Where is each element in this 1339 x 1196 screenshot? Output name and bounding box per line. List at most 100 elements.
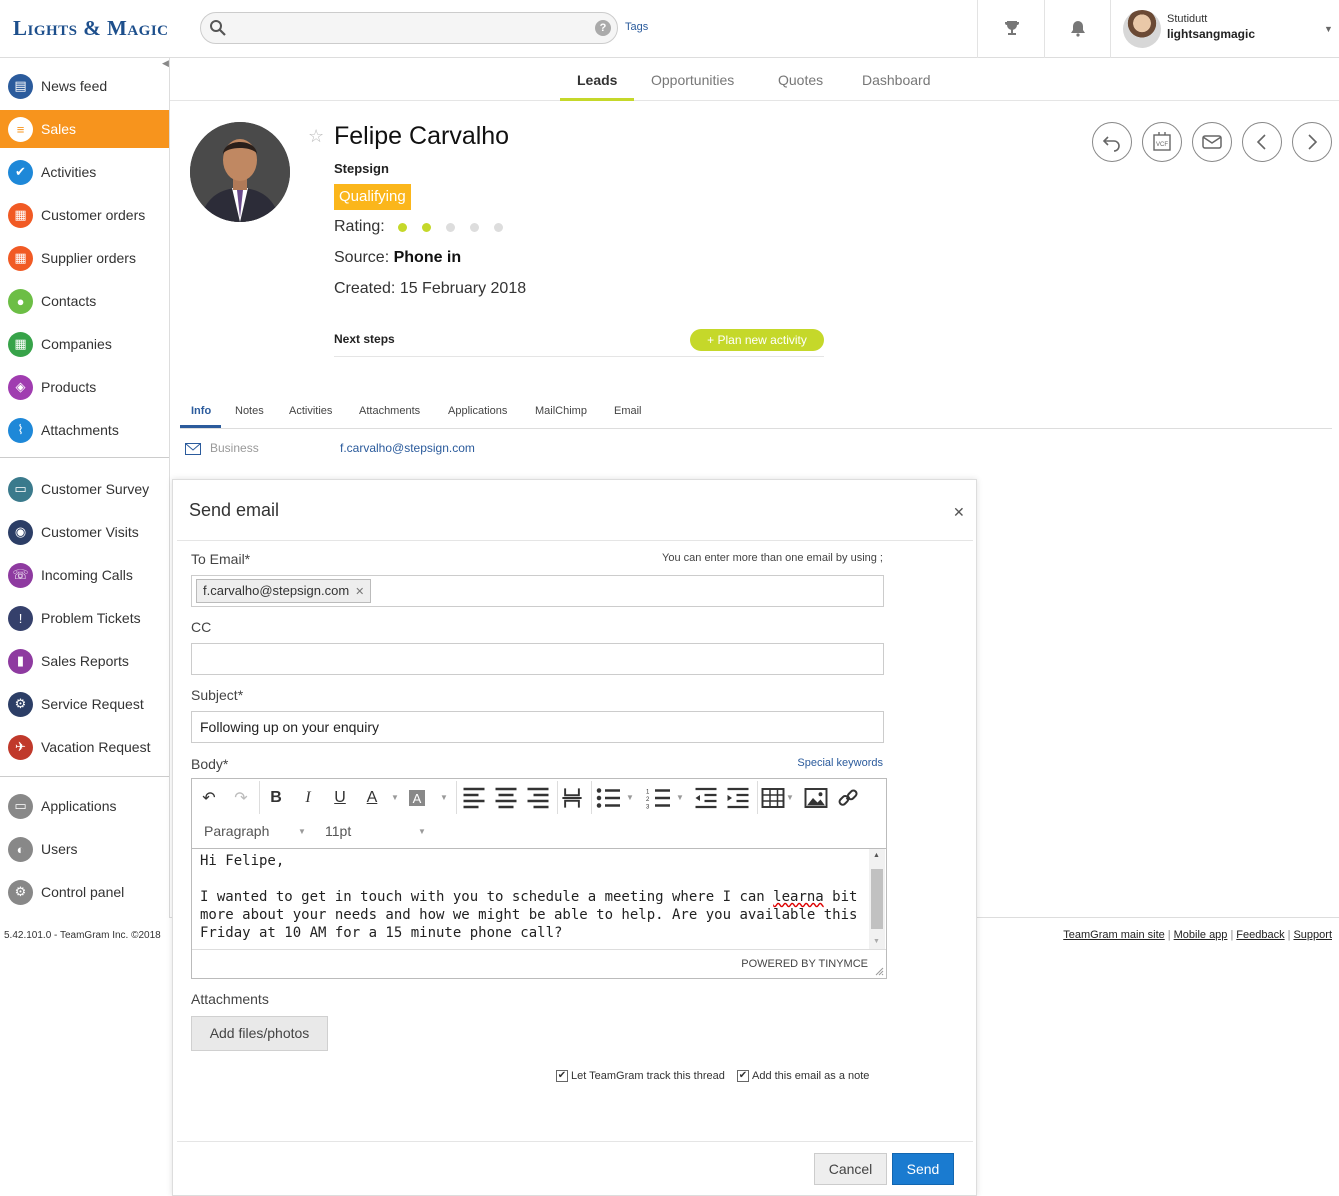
- link-icon[interactable]: [836, 787, 860, 809]
- font-size-select[interactable]: 11pt: [325, 823, 351, 839]
- sidebar-item-users[interactable]: ◐ Users: [0, 830, 169, 868]
- tab-applications[interactable]: Applications: [448, 405, 507, 417]
- close-icon[interactable]: ✕: [953, 504, 965, 521]
- next-button[interactable]: [1292, 122, 1332, 162]
- outdent-icon[interactable]: [694, 787, 718, 809]
- rating-dot[interactable]: [494, 223, 503, 232]
- chevron-down-icon[interactable]: ▼: [1324, 24, 1333, 34]
- sidebar-item-activities[interactable]: ✔ Activities: [0, 153, 169, 191]
- footer-link-feedback[interactable]: Feedback: [1236, 929, 1284, 941]
- undo-button[interactable]: [1092, 122, 1132, 162]
- chevron-down-icon[interactable]: ▼: [626, 793, 634, 802]
- scrollbar-thumb[interactable]: [871, 869, 883, 929]
- to-email-field[interactable]: f.carvalho@stepsign.com ✕: [191, 575, 884, 607]
- sidebar-item-applications[interactable]: ▭ Applications: [0, 787, 169, 825]
- email-button[interactable]: [1192, 122, 1232, 162]
- page-break-icon[interactable]: [560, 787, 584, 809]
- lead-company[interactable]: Stepsign: [334, 161, 389, 176]
- app-logo[interactable]: Lights & Magic: [13, 16, 169, 41]
- vcf-button[interactable]: VCF: [1142, 122, 1182, 162]
- sidebar-item-supplier-orders[interactable]: ▦ Supplier orders: [0, 239, 169, 277]
- chevron-down-icon[interactable]: ▼: [676, 793, 684, 802]
- sidebar-item-customer-orders[interactable]: ▦ Customer orders: [0, 196, 169, 234]
- redo-icon[interactable]: ↷: [229, 787, 253, 809]
- previous-button[interactable]: [1242, 122, 1282, 162]
- sidebar-item-customer-visits[interactable]: ◉ Customer Visits: [0, 513, 169, 551]
- sidebar-item-companies[interactable]: ▦ Companies: [0, 325, 169, 363]
- sidebar-item-news-feed[interactable]: ▤ News feed: [0, 67, 169, 105]
- subject-field[interactable]: Following up on your enquiry: [191, 711, 884, 743]
- search-box[interactable]: ?: [200, 12, 618, 44]
- sidebar-item-products[interactable]: ◈ Products: [0, 368, 169, 406]
- status-badge[interactable]: Qualifying: [334, 184, 411, 210]
- align-left-icon[interactable]: [462, 787, 486, 809]
- tab-info[interactable]: Info: [191, 405, 211, 417]
- trophy-icon[interactable]: [1003, 19, 1021, 37]
- email-body-text[interactable]: Hi Felipe, I wanted to get in touch with…: [192, 849, 870, 949]
- track-thread-option[interactable]: ✔ Let TeamGram track this thread: [556, 1070, 725, 1082]
- user-name[interactable]: Stutidutt: [1167, 13, 1207, 25]
- align-center-icon[interactable]: [494, 787, 518, 809]
- sidebar-item-control-panel[interactable]: ⚙ Control panel: [0, 873, 169, 911]
- sidebar-item-problem-tickets[interactable]: ! Problem Tickets: [0, 599, 169, 637]
- track-thread-label[interactable]: Let TeamGram track this thread: [571, 1070, 725, 1082]
- user-avatar[interactable]: [1123, 10, 1161, 48]
- footer-link-mobile-app[interactable]: Mobile app: [1174, 929, 1228, 941]
- rating-dot[interactable]: [398, 223, 407, 232]
- tab-activities[interactable]: Activities: [289, 405, 332, 417]
- favorite-star-icon[interactable]: ☆: [308, 126, 324, 147]
- tab-quotes[interactable]: Quotes: [778, 72, 823, 88]
- underline-icon[interactable]: U: [328, 787, 352, 809]
- scroll-up-icon[interactable]: ▲: [873, 852, 880, 859]
- chevron-down-icon[interactable]: ▼: [391, 793, 399, 802]
- user-account[interactable]: lightsangmagic: [1167, 27, 1255, 41]
- tab-mailchimp[interactable]: MailChimp: [535, 405, 587, 417]
- tab-attachments[interactable]: Attachments: [359, 405, 420, 417]
- tab-dashboard[interactable]: Dashboard: [862, 72, 931, 88]
- chevron-down-icon[interactable]: ▼: [440, 793, 448, 802]
- cc-field[interactable]: [191, 643, 884, 675]
- numbered-list-icon[interactable]: 12 3: [646, 787, 670, 809]
- resize-handle-icon[interactable]: [874, 966, 884, 976]
- image-icon[interactable]: [804, 787, 828, 809]
- tab-notes[interactable]: Notes: [235, 405, 264, 417]
- cancel-button[interactable]: Cancel: [814, 1153, 887, 1185]
- sidebar-item-sales[interactable]: ≡ Sales: [0, 110, 169, 148]
- undo-icon[interactable]: ↶: [197, 787, 221, 809]
- sidebar-item-vacation-request[interactable]: ✈ Vacation Request: [0, 728, 169, 766]
- footer-link-main-site[interactable]: TeamGram main site: [1063, 929, 1164, 941]
- background-color-icon[interactable]: A: [409, 790, 425, 806]
- sidebar-item-sales-reports[interactable]: ▮ Sales Reports: [0, 642, 169, 680]
- special-keywords-link[interactable]: Special keywords: [797, 757, 883, 769]
- add-as-note-checkbox[interactable]: ✔: [737, 1070, 749, 1082]
- chevron-down-icon[interactable]: ▼: [786, 793, 794, 802]
- help-icon[interactable]: ?: [595, 20, 611, 36]
- footer-link-support[interactable]: Support: [1293, 929, 1332, 941]
- business-email-link[interactable]: f.carvalho@stepsign.com: [340, 441, 475, 455]
- bell-icon[interactable]: [1069, 19, 1087, 37]
- editor-scrollbar[interactable]: ▲ ▼: [869, 849, 885, 949]
- indent-icon[interactable]: [726, 787, 750, 809]
- misspelled-word[interactable]: learna: [773, 889, 824, 905]
- sidebar-item-contacts[interactable]: ● Contacts: [0, 282, 169, 320]
- rating-dot[interactable]: [422, 223, 431, 232]
- table-icon[interactable]: [761, 787, 785, 809]
- sidebar-item-customer-survey[interactable]: ▭ Customer Survey: [0, 470, 169, 508]
- tab-leads[interactable]: Leads: [577, 72, 617, 88]
- bold-icon[interactable]: B: [264, 787, 288, 809]
- align-right-icon[interactable]: [526, 787, 550, 809]
- send-button[interactable]: Send: [892, 1153, 954, 1185]
- text-color-icon[interactable]: A: [360, 787, 384, 809]
- italic-icon[interactable]: I: [296, 787, 320, 809]
- plan-new-activity-button[interactable]: + Plan new activity: [690, 329, 824, 351]
- rating-dot[interactable]: [446, 223, 455, 232]
- rating-dot[interactable]: [470, 223, 479, 232]
- add-files-button[interactable]: Add files/photos: [191, 1016, 328, 1051]
- chevron-down-icon[interactable]: ▼: [418, 827, 426, 836]
- scroll-down-icon[interactable]: ▼: [873, 938, 880, 945]
- format-block-select[interactable]: Paragraph: [204, 823, 269, 839]
- remove-chip-icon[interactable]: ✕: [355, 586, 364, 598]
- sidebar-item-service-request[interactable]: ⚙ Service Request: [0, 685, 169, 723]
- tags-link[interactable]: Tags: [625, 21, 648, 33]
- sidebar-item-incoming-calls[interactable]: ☏ Incoming Calls: [0, 556, 169, 594]
